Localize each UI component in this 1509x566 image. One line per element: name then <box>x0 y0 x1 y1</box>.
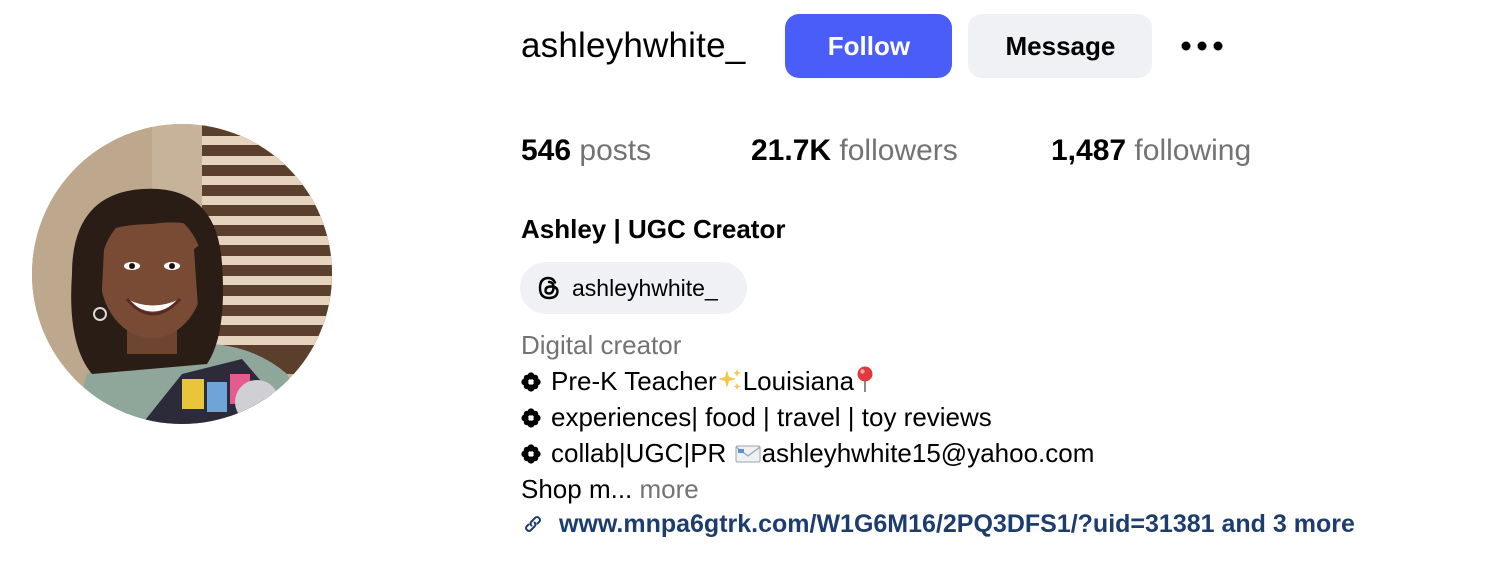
following-count[interactable]: 1,487 following <box>1051 134 1251 168</box>
bio-teacher-text: Pre-K Teacher <box>551 366 717 396</box>
followers-count[interactable]: 21.7K followers <box>751 134 958 168</box>
envelope-icon <box>735 445 761 463</box>
profile-full-name: Ashley | UGC Creator <box>521 214 786 244</box>
external-link-text[interactable]: www.mnpa6gtrk.com/W1G6M16/2PQ3DFS1/?uid=… <box>559 510 1355 539</box>
followers-number: 21.7K <box>751 134 832 167</box>
bio-interests-text: experiences| food | travel | toy reviews <box>551 402 992 432</box>
profile-header: ashleyhwhite_ Follow Message <box>521 14 1226 78</box>
profile-category: Digital creator <box>521 330 682 360</box>
bio-more-link[interactable]: more <box>640 474 699 504</box>
more-options-icon[interactable] <box>1178 22 1226 70</box>
bio-location-text: Louisiana <box>742 366 855 396</box>
bio-line-1: Pre-K Teacher Louisiana <box>521 363 1094 399</box>
external-link[interactable]: www.mnpa6gtrk.com/W1G6M16/2PQ3DFS1/?uid=… <box>521 506 1355 542</box>
following-number: 1,487 <box>1051 134 1127 167</box>
threads-badge[interactable]: ashleyhwhite_ <box>520 262 747 314</box>
bio-shop-text: Shop m... <box>521 474 633 504</box>
profile-avatar[interactable] <box>32 124 332 424</box>
profile-bio: Digital creator Pre-K Teacher Louisiana <box>521 327 1094 507</box>
flower-icon <box>521 408 541 428</box>
message-button[interactable]: Message <box>968 14 1153 78</box>
threads-icon <box>534 273 564 303</box>
following-label: following <box>1134 134 1252 167</box>
bio-line-4: Shop m... more <box>521 471 1094 507</box>
sparkles-icon <box>717 369 741 390</box>
flower-icon <box>521 444 541 464</box>
bio-email-text: ashleyhwhite15@yahoo.com <box>761 438 1095 468</box>
profile-username: ashleyhwhite_ <box>521 26 746 65</box>
posts-number: 546 <box>521 134 572 167</box>
flower-icon <box>521 372 541 392</box>
followers-label: followers <box>839 134 958 167</box>
posts-label: posts <box>579 134 652 167</box>
bio-line-2: experiences| food | travel | toy reviews <box>521 399 1094 435</box>
link-icon <box>521 512 545 536</box>
pushpin-icon <box>857 366 873 392</box>
bio-line-3: collab|UGC|PR ashleyhwhite15@yahoo.com <box>521 435 1094 471</box>
follow-button[interactable]: Follow <box>785 14 953 78</box>
threads-handle: ashleyhwhite_ <box>572 274 718 301</box>
bio-collab-text: collab|UGC|PR <box>551 438 734 468</box>
avatar-photo <box>32 124 332 424</box>
posts-count: 546 posts <box>521 134 651 168</box>
